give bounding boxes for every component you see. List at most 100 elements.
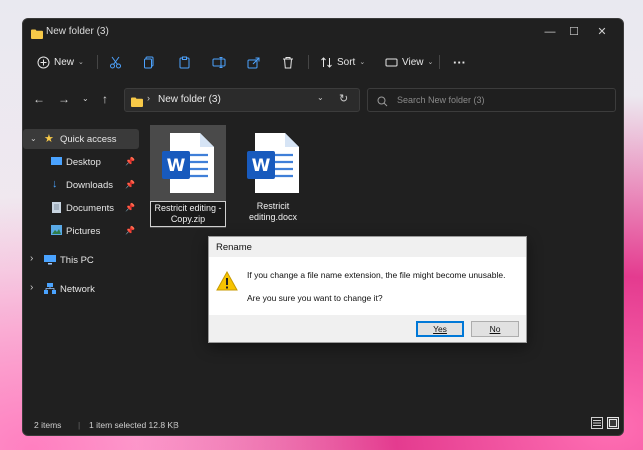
address-bar[interactable]: › New folder (3) ⌄ ↻: [124, 88, 360, 112]
navigation-pane: ⌄ ★ Quick access Desktop 📌 ↓ Downloads 📌…: [23, 125, 143, 407]
sidebar-item-label: Downloads: [66, 180, 113, 191]
svg-text:W: W: [167, 156, 186, 176]
sidebar-item-this-pc[interactable]: › This PC: [23, 250, 139, 270]
search-box[interactable]: Search New folder (3): [367, 88, 616, 112]
copy-button[interactable]: [143, 52, 156, 72]
paste-button[interactable]: [178, 52, 191, 72]
refresh-icon[interactable]: ↻: [339, 92, 348, 105]
view-label: View: [402, 56, 424, 68]
word-document-icon: W: [247, 133, 299, 198]
large-icons-view-icon[interactable]: [607, 417, 619, 431]
status-divider: |: [78, 420, 81, 430]
new-label: New: [54, 56, 75, 68]
svg-text:W: W: [252, 156, 271, 176]
download-icon: ↓: [52, 178, 58, 190]
sidebar-item-downloads[interactable]: ↓ Downloads 📌: [23, 175, 139, 195]
chevron-down-icon: ⌄: [359, 59, 366, 66]
sidebar-item-quick-access[interactable]: ⌄ ★ Quick access: [23, 129, 139, 149]
sort-button[interactable]: Sort ⌄: [320, 52, 365, 72]
sort-icon: [320, 56, 333, 69]
new-button[interactable]: New ⌄: [37, 52, 84, 72]
breadcrumb-chevron-icon: ›: [147, 93, 150, 103]
maximize-button[interactable]: ☐: [563, 23, 585, 41]
item-count: 2 items: [34, 420, 62, 430]
trash-icon: [282, 56, 294, 69]
title-bar: New folder (3) — ☐ ✕: [23, 19, 623, 45]
back-arrow-icon[interactable]: ←: [33, 92, 45, 106]
folder-icon: [131, 94, 143, 112]
word-document-icon: W: [162, 133, 214, 198]
cut-button[interactable]: [109, 52, 122, 72]
copy-icon: [143, 56, 156, 69]
share-icon: [247, 56, 260, 69]
pin-icon: 📌: [125, 226, 135, 235]
status-bar: 2 items | 1 item selected 12.8 KB |: [23, 414, 623, 435]
selection-info: 1 item selected 12.8 KB: [89, 420, 179, 430]
details-view-icon[interactable]: [591, 417, 603, 431]
breadcrumb: New folder (3): [158, 94, 221, 105]
file-explorer-window: New folder (3) — ☐ ✕ New ⌄ Sort ⌄ View ⌄…: [22, 18, 624, 436]
delete-button[interactable]: [282, 52, 294, 72]
sidebar-item-pictures[interactable]: Pictures 📌: [23, 221, 139, 241]
share-button[interactable]: [247, 52, 260, 72]
file-name: Restricit editing.docx: [248, 201, 298, 222]
pin-icon: 📌: [125, 157, 135, 166]
view-icon: [385, 56, 398, 69]
file-name[interactable]: Restricit editing - Copy.zip: [150, 201, 226, 227]
pictures-icon: [51, 225, 62, 238]
sidebar-item-label: Network: [60, 284, 95, 295]
star-icon: ★: [44, 133, 54, 145]
forward-arrow-icon[interactable]: →: [58, 92, 70, 106]
rename-dialog: Rename If you change a file name extensi…: [208, 236, 527, 343]
file-item-restricit-editing-copy-zip[interactable]: W Restricit editing - Copy.zip: [150, 125, 226, 228]
view-button[interactable]: View ⌄: [385, 52, 433, 72]
document-icon: [52, 202, 61, 216]
sort-label: Sort: [337, 56, 356, 68]
chevron-right-icon[interactable]: ›: [30, 282, 33, 293]
file-item-restricit-editing-docx[interactable]: W Restricit editing.docx: [235, 125, 311, 228]
sidebar-item-label: Desktop: [66, 157, 101, 168]
warning-icon: [216, 270, 238, 296]
chevron-down-icon[interactable]: ⌄: [30, 134, 37, 143]
dialog-title: Rename: [216, 242, 252, 253]
search-input[interactable]: Search New folder (3): [397, 95, 485, 105]
window-title: New folder (3): [46, 26, 109, 37]
desktop-icon: [51, 157, 62, 169]
dialog-body: If you change a file name extension, the…: [209, 257, 526, 315]
chevron-down-icon[interactable]: ⌄: [317, 93, 324, 102]
rename-button[interactable]: [212, 52, 226, 72]
chevron-right-icon[interactable]: ›: [30, 253, 33, 264]
status-divider: |: [173, 420, 176, 430]
chevron-down-icon: ⌄: [78, 59, 84, 66]
pin-icon: 📌: [125, 203, 135, 212]
sidebar-item-label: Documents: [66, 203, 115, 214]
dialog-question: Are you sure you want to change it?: [247, 293, 383, 303]
command-bar: New ⌄ Sort ⌄ View ⌄ ···: [23, 45, 623, 79]
address-row: ← → ⌄ ↑ › New folder (3) ⌄ ↻ Search New …: [23, 85, 623, 115]
no-button[interactable]: No: [471, 321, 519, 337]
plus-circle-icon: [37, 56, 50, 69]
recent-locations-chevron-icon[interactable]: ⌄: [82, 94, 89, 103]
search-icon: [377, 94, 388, 112]
more-options-button[interactable]: ···: [453, 52, 466, 72]
scissors-icon: [109, 56, 122, 69]
sidebar-item-label: This PC: [60, 255, 94, 266]
toolbar-divider: [439, 55, 440, 69]
minimize-button[interactable]: —: [539, 23, 561, 41]
toolbar-divider: [97, 55, 98, 69]
close-button[interactable]: ✕: [591, 23, 613, 41]
sidebar-item-network[interactable]: › Network: [23, 279, 139, 299]
pin-icon: 📌: [125, 180, 135, 189]
sidebar-item-desktop[interactable]: Desktop 📌: [23, 152, 139, 172]
computer-icon: [44, 255, 56, 268]
sidebar-item-label: Pictures: [66, 226, 101, 237]
up-arrow-icon[interactable]: ↑: [102, 92, 108, 106]
yes-button[interactable]: Yes: [416, 321, 464, 337]
toolbar-divider: [308, 55, 309, 69]
chevron-down-icon: ⌄: [427, 59, 434, 66]
dialog-message: If you change a file name extension, the…: [247, 270, 506, 280]
sidebar-item-label: Quick access: [60, 134, 117, 145]
folder-icon: [31, 26, 43, 44]
sidebar-item-documents[interactable]: Documents 📌: [23, 198, 139, 218]
clipboard-icon: [178, 56, 191, 69]
